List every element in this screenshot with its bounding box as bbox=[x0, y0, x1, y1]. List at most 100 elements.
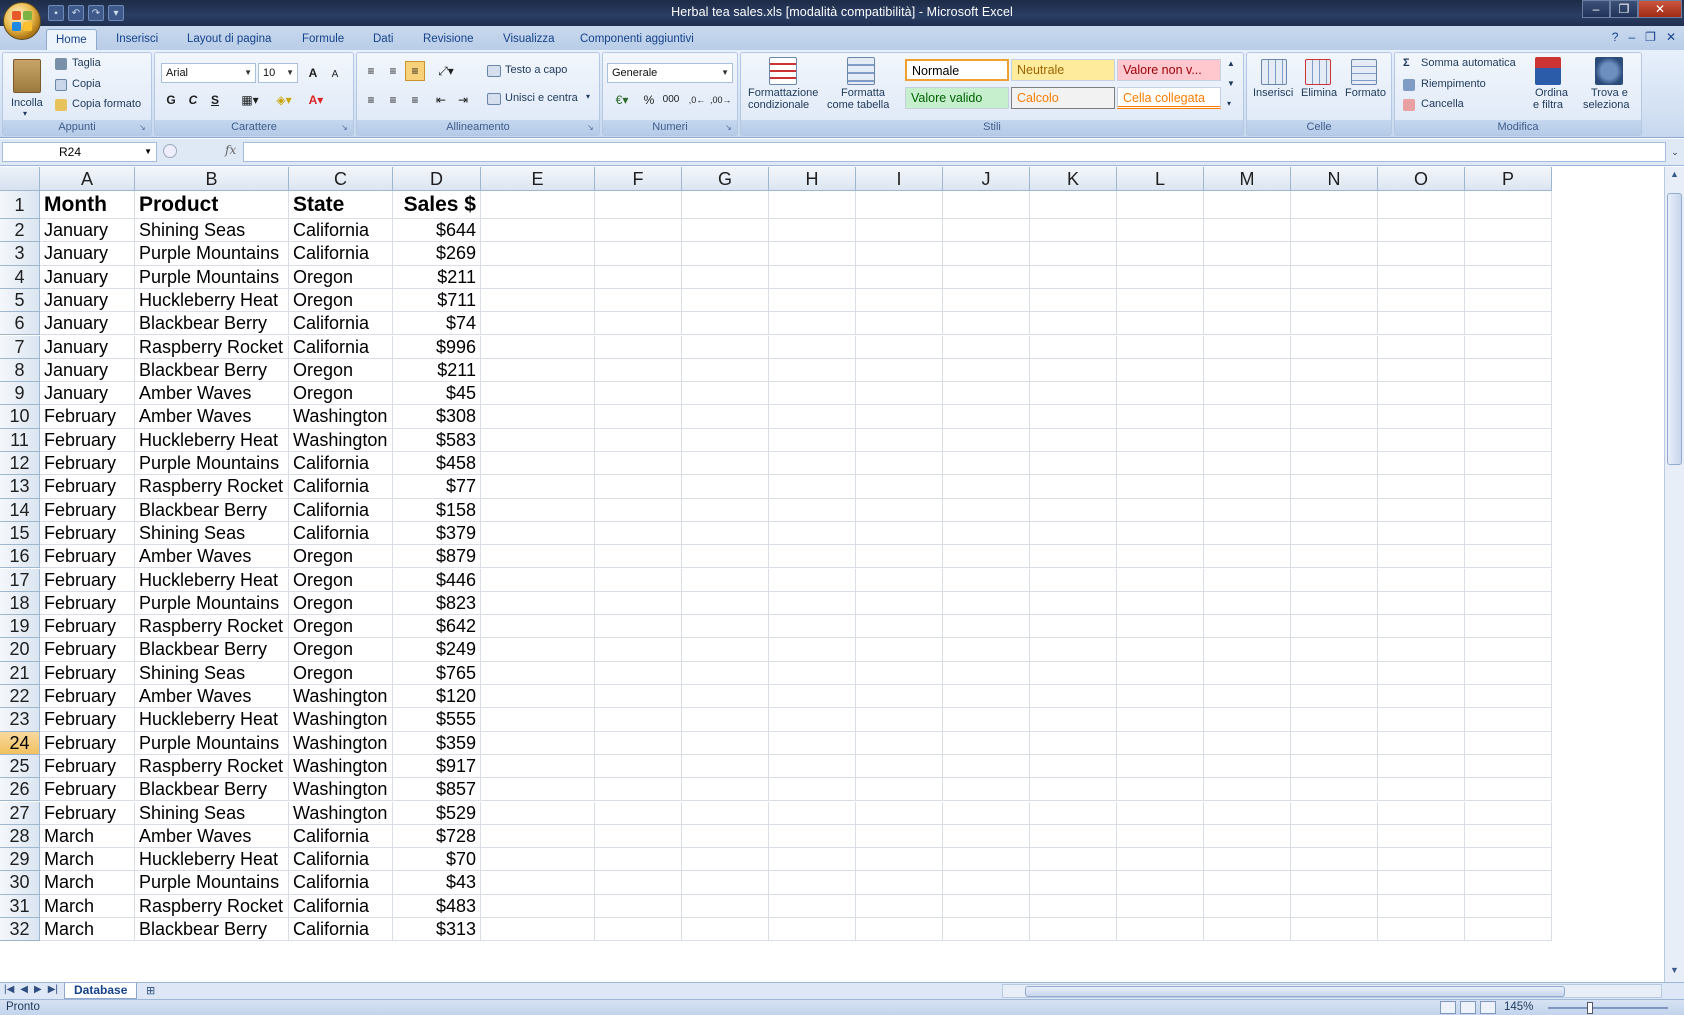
format-as-table-line2[interactable]: come tabella bbox=[827, 99, 889, 111]
cell-h2[interactable] bbox=[769, 219, 856, 243]
cell-h25[interactable] bbox=[769, 754, 856, 779]
cell-g23[interactable] bbox=[682, 708, 769, 732]
cell-c29[interactable]: California bbox=[289, 848, 393, 872]
align-right-icon[interactable]: ≡ bbox=[405, 90, 425, 110]
cell-d31[interactable]: $483 bbox=[393, 894, 481, 918]
cell-n31[interactable] bbox=[1291, 894, 1378, 918]
cell-a7[interactable]: January bbox=[40, 335, 135, 359]
cell-d22[interactable]: $120 bbox=[393, 685, 481, 709]
cell-e21[interactable] bbox=[481, 661, 595, 685]
cell-m28[interactable] bbox=[1204, 824, 1291, 849]
cell-b7[interactable]: Raspberry Rocket bbox=[135, 335, 289, 359]
cell-g5[interactable] bbox=[682, 288, 769, 313]
tab-inserisci[interactable]: Inserisci bbox=[107, 29, 167, 50]
cell-k30[interactable] bbox=[1030, 871, 1117, 895]
cell-i24[interactable] bbox=[856, 731, 943, 755]
cell-j24[interactable] bbox=[943, 731, 1030, 755]
cell-o25[interactable] bbox=[1378, 754, 1465, 779]
cell-m21[interactable] bbox=[1204, 661, 1291, 685]
cell-g4[interactable] bbox=[682, 265, 769, 289]
cell-m9[interactable] bbox=[1204, 382, 1291, 406]
row-header-16[interactable]: 16 bbox=[0, 545, 40, 569]
insert-sheet-icon[interactable]: ⊞ bbox=[146, 984, 164, 998]
cell-k18[interactable] bbox=[1030, 591, 1117, 616]
cell-o3[interactable] bbox=[1378, 242, 1465, 266]
cell-c30[interactable]: California bbox=[289, 871, 393, 895]
cell-o6[interactable] bbox=[1378, 312, 1465, 336]
cell-l27[interactable] bbox=[1117, 801, 1204, 825]
cell-d11[interactable]: $583 bbox=[393, 428, 481, 452]
cell-l23[interactable] bbox=[1117, 708, 1204, 732]
cell-a17[interactable]: February bbox=[40, 568, 135, 592]
cell-a4[interactable]: January bbox=[40, 265, 135, 289]
cell-d25[interactable]: $917 bbox=[393, 754, 481, 779]
cell-f21[interactable] bbox=[595, 661, 682, 685]
cell-l15[interactable] bbox=[1117, 521, 1204, 546]
cell-f9[interactable] bbox=[595, 382, 682, 406]
cell-c14[interactable]: California bbox=[289, 498, 393, 522]
cell-d2[interactable]: $644 bbox=[393, 219, 481, 243]
cell-m5[interactable] bbox=[1204, 288, 1291, 313]
cell-o4[interactable] bbox=[1378, 265, 1465, 289]
cell-o17[interactable] bbox=[1378, 568, 1465, 592]
row-header-21[interactable]: 21 bbox=[0, 661, 40, 685]
tab-dati[interactable]: Dati bbox=[364, 29, 402, 50]
cell-i17[interactable] bbox=[856, 568, 943, 592]
cell-f16[interactable] bbox=[595, 545, 682, 569]
cell-n26[interactable] bbox=[1291, 778, 1378, 802]
cell-i10[interactable] bbox=[856, 405, 943, 429]
scroll-up-icon[interactable]: ▲ bbox=[1667, 169, 1682, 184]
cell-h8[interactable] bbox=[769, 358, 856, 383]
cell-k24[interactable] bbox=[1030, 731, 1117, 755]
cell-i14[interactable] bbox=[856, 498, 943, 522]
cell-c18[interactable]: Oregon bbox=[289, 591, 393, 616]
cell-k6[interactable] bbox=[1030, 312, 1117, 336]
cell-b29[interactable]: Huckleberry Heat bbox=[135, 848, 289, 872]
cell-b15[interactable]: Shining Seas bbox=[135, 521, 289, 546]
cell-a14[interactable]: February bbox=[40, 498, 135, 522]
cell-h14[interactable] bbox=[769, 498, 856, 522]
cell-m26[interactable] bbox=[1204, 778, 1291, 802]
style-valore-non-valido[interactable]: Valore non v... bbox=[1117, 59, 1221, 81]
cell-k8[interactable] bbox=[1030, 358, 1117, 383]
cell-d5[interactable]: $711 bbox=[393, 288, 481, 313]
cell-l7[interactable] bbox=[1117, 335, 1204, 359]
number-launcher-icon[interactable]: ↘ bbox=[725, 123, 735, 133]
cell-g11[interactable] bbox=[682, 428, 769, 452]
cell-j2[interactable] bbox=[943, 219, 1030, 243]
cell-b3[interactable]: Purple Mountains bbox=[135, 242, 289, 266]
cell-p14[interactable] bbox=[1465, 498, 1552, 522]
zoom-slider[interactable] bbox=[1548, 1002, 1668, 1014]
cell-n30[interactable] bbox=[1291, 871, 1378, 895]
cell-m3[interactable] bbox=[1204, 242, 1291, 266]
thousands-icon[interactable]: 000 bbox=[661, 90, 681, 110]
cell-i19[interactable] bbox=[856, 615, 943, 639]
cell-o8[interactable] bbox=[1378, 358, 1465, 383]
decrease-decimal-icon[interactable]: ,00→ bbox=[709, 90, 732, 110]
cell-e20[interactable] bbox=[481, 638, 595, 662]
cell-b12[interactable]: Purple Mountains bbox=[135, 452, 289, 476]
column-header-o[interactable]: O bbox=[1378, 167, 1465, 191]
row-header-23[interactable]: 23 bbox=[0, 708, 40, 732]
cell-l20[interactable] bbox=[1117, 638, 1204, 662]
cell-c13[interactable]: California bbox=[289, 475, 393, 499]
cell-c31[interactable]: California bbox=[289, 894, 393, 918]
cell-h31[interactable] bbox=[769, 894, 856, 918]
cell-b10[interactable]: Amber Waves bbox=[135, 405, 289, 429]
cell-a12[interactable]: February bbox=[40, 452, 135, 476]
first-sheet-icon[interactable]: |◀ bbox=[4, 984, 14, 995]
cell-d20[interactable]: $249 bbox=[393, 638, 481, 662]
cell-o9[interactable] bbox=[1378, 382, 1465, 406]
cell-h23[interactable] bbox=[769, 708, 856, 732]
clear-button[interactable]: Cancella bbox=[1421, 98, 1464, 110]
find-select-line1[interactable]: Trova e bbox=[1591, 87, 1628, 99]
office-button[interactable] bbox=[3, 2, 41, 40]
cell-c12[interactable]: California bbox=[289, 452, 393, 476]
cell-i32[interactable] bbox=[856, 918, 943, 942]
row-header-8[interactable]: 8 bbox=[0, 358, 40, 383]
column-header-e[interactable]: E bbox=[481, 167, 595, 191]
cell-b31[interactable]: Raspberry Rocket bbox=[135, 894, 289, 918]
cell-c25[interactable]: Washington bbox=[289, 754, 393, 779]
cell-b18[interactable]: Purple Mountains bbox=[135, 591, 289, 616]
cell-o27[interactable] bbox=[1378, 801, 1465, 825]
